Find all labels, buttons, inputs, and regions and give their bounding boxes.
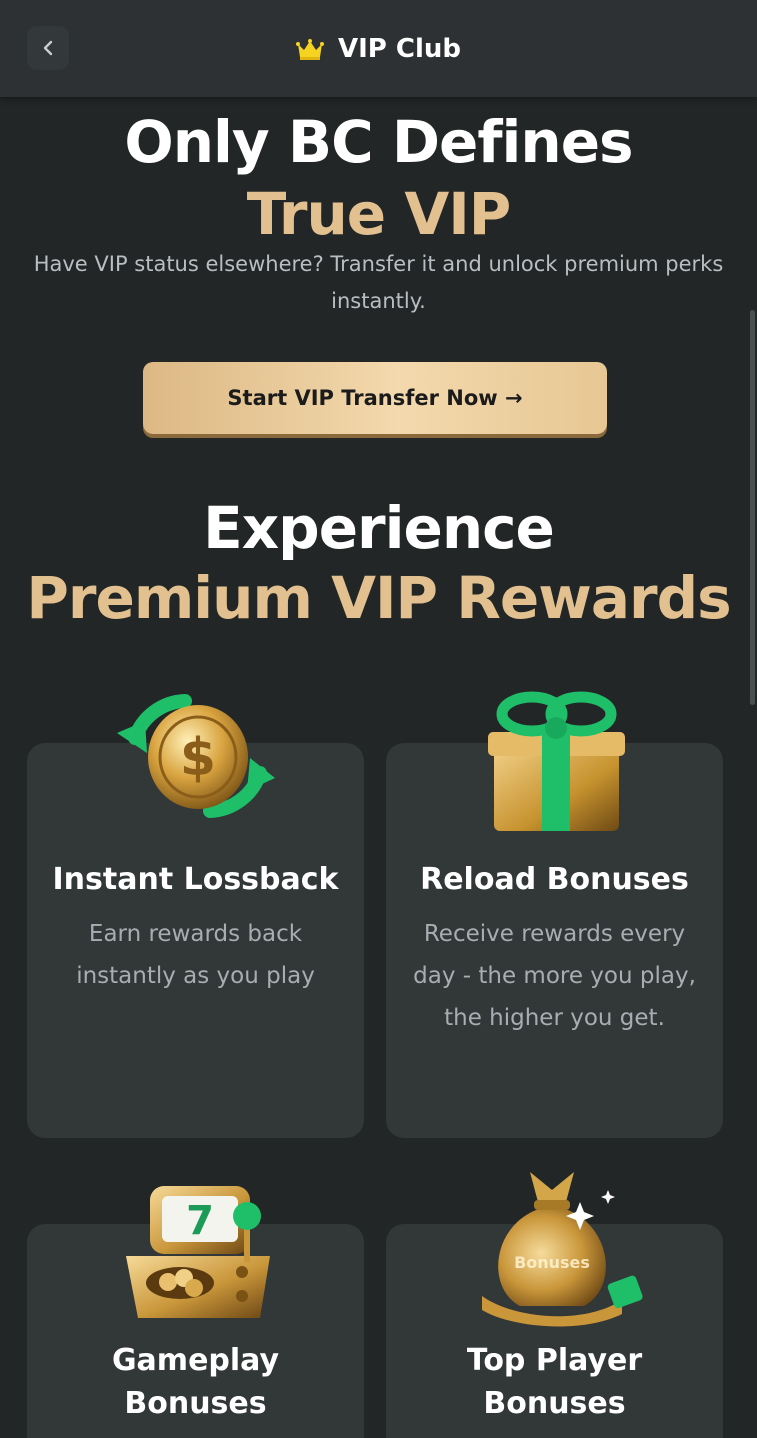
top-bar: VIP Club xyxy=(0,0,757,97)
bag-label: Bonuses xyxy=(514,1253,590,1272)
hero-heading-line2: True VIP xyxy=(246,180,512,248)
hero-subtitle: Have VIP status elsewhere? Transfer it a… xyxy=(33,252,724,313)
card-description: Receive rewards every day - the more you… xyxy=(413,921,696,1031)
card-description: Earn rewards back instantly as you play xyxy=(76,921,315,989)
start-vip-transfer-button[interactable]: Start VIP Transfer Now → xyxy=(143,362,607,434)
section-heading-line2: Premium VIP Rewards xyxy=(26,564,731,632)
card-title: Reload Bonuses xyxy=(420,862,689,897)
page-title: VIP Club xyxy=(337,33,462,64)
svg-text:7: 7 xyxy=(186,1198,214,1244)
money-bag-icon: Bonuses xyxy=(482,1172,643,1327)
scrollbar[interactable] xyxy=(750,310,755,705)
crown-icon xyxy=(295,38,324,60)
card-title: Instant Lossback xyxy=(52,862,339,897)
coin-refresh-icon: $ xyxy=(117,694,275,818)
slot-machine-icon: 7 xyxy=(126,1186,270,1318)
hero-heading-line1: Only BC Defines xyxy=(124,108,633,176)
card-title: Top Player Bonuses xyxy=(466,1343,643,1421)
section-heading-line1: Experience xyxy=(203,494,555,562)
svg-text:$: $ xyxy=(180,728,216,788)
gift-box-icon xyxy=(488,691,625,831)
card-title: Gameplay Bonuses xyxy=(111,1343,280,1421)
